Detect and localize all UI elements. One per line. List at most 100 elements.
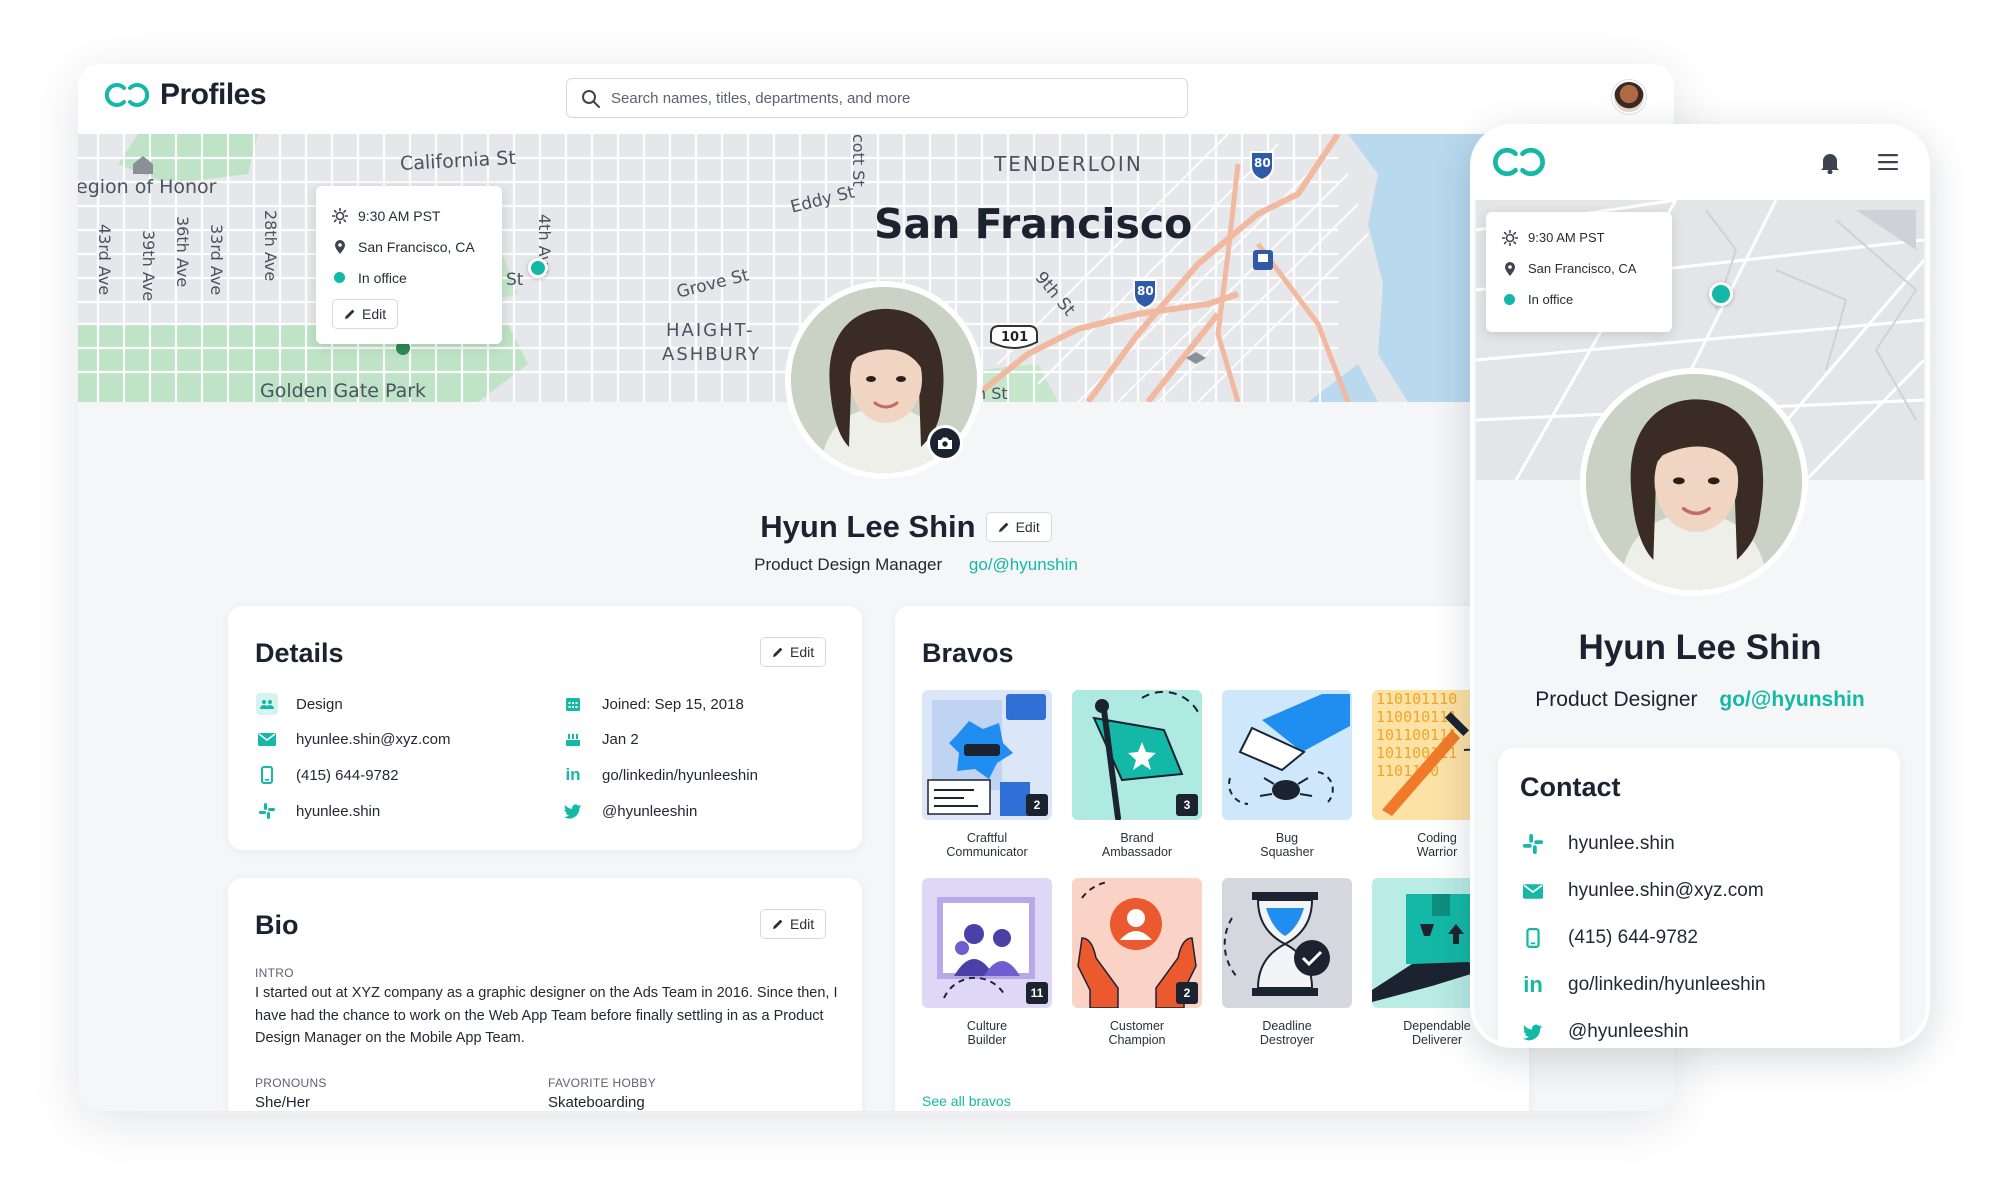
name-edit-button[interactable]: Edit (985, 512, 1052, 542)
map-label-tenderloin: TENDERLOIN (994, 152, 1143, 176)
map-label-san-francisco: San Francisco (874, 200, 1193, 248)
location-card: 9:30 AM PST San Francisco, CA In office (1486, 212, 1672, 332)
search-bar[interactable] (566, 78, 1188, 118)
details-edit-button[interactable]: Edit (760, 637, 827, 667)
detail-birthday: Jan 2 (562, 727, 639, 751)
hobby-label: FAVORITE HOBBY (548, 1076, 656, 1090)
local-time: 9:30 AM PST (358, 207, 441, 224)
hobby-value: Skateboarding (548, 1094, 645, 1111)
coding-bits: 110101110 (1376, 690, 1457, 708)
detail-joined: Joined: Sep 15, 2018 (562, 692, 744, 716)
bravos-title: Bravos (922, 638, 1014, 668)
bravo-customer-champion[interactable]: 2 Customer Champion (1072, 878, 1202, 1047)
status-row: In office (1502, 284, 1656, 315)
pencil-icon (773, 647, 783, 657)
detail-email[interactable]: hyunlee.shin@xyz.com (256, 727, 450, 751)
city: San Francisco, CA (1528, 261, 1637, 276)
bravo-badge: 11 (922, 878, 1052, 1008)
desktop-window: Profiles Search names, titles, departmen… (78, 64, 1674, 1111)
detail-twitter[interactable]: @hyunleeshin (562, 799, 697, 823)
phone-icon (1522, 927, 1544, 949)
bell-icon[interactable] (1820, 152, 1840, 174)
bravo-count: 2 (1026, 794, 1048, 816)
pronouns-value: She/Her (255, 1094, 311, 1111)
pencil-icon (998, 522, 1008, 532)
contact-title: Contact (1520, 772, 1621, 802)
app-logo[interactable]: Profiles (104, 78, 267, 112)
highway-80-label: 80 (1254, 156, 1271, 170)
bravo-badge: 2 (1072, 878, 1202, 1008)
pencil-icon (773, 919, 783, 929)
profile-header: Hyun Lee Shin Edit Product Design Manage… (78, 509, 1674, 575)
bravo-count: 2 (1176, 982, 1198, 1004)
detail-linkedin[interactable]: in go/linkedin/hyunleeshin (562, 763, 758, 787)
app-name: Profiles (160, 78, 267, 111)
profile-golink[interactable]: go/@hyunshin (969, 555, 1078, 574)
profile-photo (1580, 368, 1808, 596)
menu-icon[interactable] (1878, 154, 1898, 170)
mobile-screen: 9:30 AM PST San Francisco, CA In office (1474, 128, 1926, 1044)
map-label-legion: egion of Honor (78, 176, 217, 198)
bravo-count: 11 (1026, 982, 1048, 1004)
map-label-36th-ave: 36th Ave (173, 216, 192, 288)
mobile-profile-golink[interactable]: go/@hyunshin (1719, 688, 1864, 711)
contact-linkedin[interactable]: in go/linkedin/hyunleeshin (1522, 972, 1765, 997)
bravo-craftful-communicator[interactable]: 2 Craftful Communicator (922, 690, 1052, 859)
mobile-profile-title: Product Designer (1535, 688, 1698, 711)
change-photo-button[interactable] (927, 425, 963, 461)
location-pin[interactable] (1709, 282, 1733, 306)
map-label-haight: HAIGHT- (666, 320, 755, 341)
email-icon (1522, 880, 1544, 902)
detail-phone[interactable]: (415) 644-9782 (256, 763, 399, 787)
linkedin-icon: in (1523, 972, 1543, 997)
status-dot-icon (334, 272, 345, 283)
bravo-deadline-destroyer[interactable]: Deadline Destroyer (1222, 878, 1352, 1047)
map-label-golden-gate-park: Golden Gate Park (260, 380, 427, 402)
map-label-28th-ave: 28th Ave (261, 210, 280, 282)
office-status: In office (1528, 292, 1574, 307)
highway-101-label: 101 (1001, 330, 1029, 345)
camera-icon (938, 437, 952, 449)
bravo-bug-squasher[interactable]: Bug Squasher (1222, 690, 1352, 859)
sun-icon (332, 207, 348, 224)
profile-name: Hyun Lee Shin (760, 509, 976, 544)
top-bar: Profiles (78, 64, 1674, 134)
detail-slack[interactable]: hyunlee.shin (256, 799, 380, 823)
phone-icon (256, 764, 278, 786)
mobile-profile-name: Hyun Lee Shin (1578, 628, 1822, 667)
detail-department: Design (256, 692, 343, 716)
contact-phone[interactable]: (415) 644-9782 (1522, 926, 1698, 950)
bio-edit-button[interactable]: Edit (760, 909, 827, 939)
twitter-icon (562, 800, 584, 822)
location-edit-button[interactable]: Edit (332, 299, 399, 329)
bravo-brand-ambassador[interactable]: 3 Brand Ambassador (1072, 690, 1202, 859)
slack-icon (1522, 833, 1544, 855)
bravo-badge: 3 (1072, 690, 1202, 820)
bravo-badge (1222, 690, 1352, 820)
location-pin[interactable] (528, 258, 548, 278)
mobile-frame: 9:30 AM PST San Francisco, CA In office (1470, 124, 1930, 1048)
contact-email[interactable]: hyunlee.shin@xyz.com (1522, 879, 1764, 903)
contact-slack[interactable]: hyunlee.shin (1522, 832, 1675, 856)
bravo-culture-builder[interactable]: 11 Culture Builder (922, 878, 1052, 1047)
location-card: 9:30 AM PST San Francisco, CA In office … (316, 186, 502, 344)
contact-twitter[interactable]: @hyunleeshin (1522, 1020, 1689, 1044)
user-avatar[interactable] (1612, 80, 1646, 114)
details-title: Details (255, 638, 344, 668)
sun-icon (1502, 229, 1518, 246)
map-pin-icon (335, 239, 345, 254)
bio-intro-text: I started out at XYZ company as a graphi… (255, 985, 838, 1046)
logo-icon[interactable] (1492, 144, 1546, 180)
details-card: Details Edit Design hyunlee.shin@xyz.com… (228, 606, 862, 850)
search-input[interactable] (611, 89, 1171, 107)
map-label-scott-st: cott St (849, 134, 868, 187)
linkedin-icon: in (565, 765, 581, 784)
see-all-bravos-link[interactable]: See all bravos (922, 1093, 1011, 1109)
map-label-st: St (506, 270, 524, 290)
slack-icon (256, 800, 278, 822)
local-time-row: 9:30 AM PST (332, 200, 486, 231)
map-label-43rd-ave: 43rd Ave (95, 224, 114, 296)
svg-text:110010111: 110010111 (1376, 708, 1457, 726)
local-time: 9:30 AM PST (1528, 230, 1605, 245)
logo-icon (104, 83, 150, 107)
